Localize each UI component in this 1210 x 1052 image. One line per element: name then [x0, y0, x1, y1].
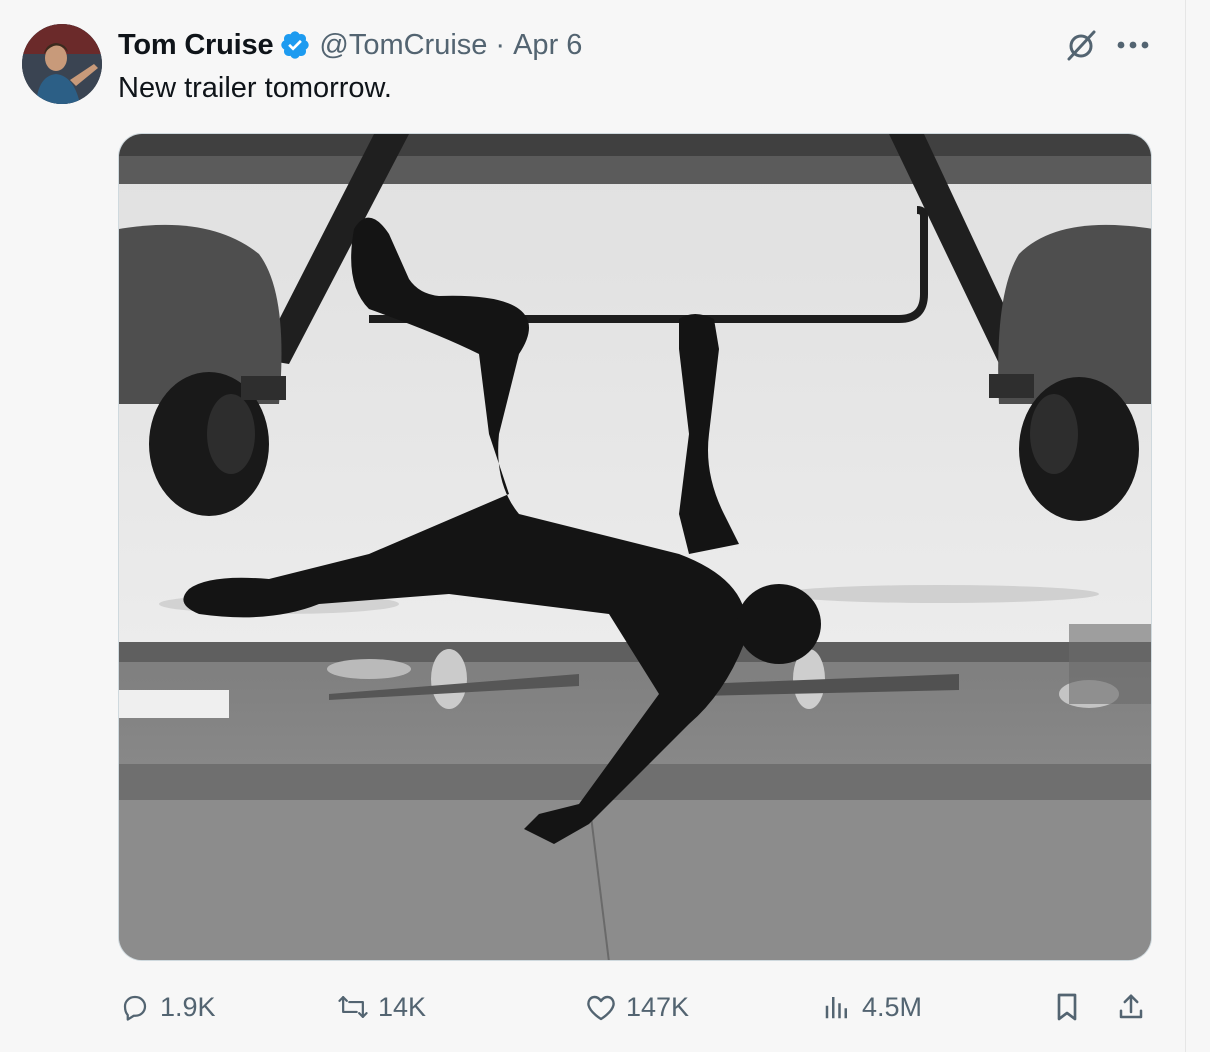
share-icon	[1114, 990, 1148, 1024]
tweet-header: Tom Cruise @TomCruise · Apr 6	[118, 26, 582, 64]
author-handle[interactable]: @TomCruise	[319, 29, 487, 62]
share-button[interactable]	[1114, 984, 1148, 1030]
author-avatar[interactable]	[22, 24, 102, 104]
tweet-date[interactable]: Apr 6	[513, 29, 582, 62]
bookmark-icon	[1050, 990, 1084, 1024]
grok-icon[interactable]	[1062, 26, 1100, 64]
separator-dot: ·	[495, 28, 506, 61]
repost-icon	[336, 990, 370, 1024]
more-icon[interactable]	[1114, 26, 1152, 64]
verified-badge-icon[interactable]	[279, 29, 311, 61]
author-name[interactable]: Tom Cruise	[118, 29, 274, 62]
repost-button[interactable]: 14K	[336, 984, 426, 1030]
tweet-media-photo[interactable]	[118, 133, 1152, 961]
reply-count: 1.9K	[160, 991, 216, 1022]
heart-icon	[584, 990, 618, 1024]
repost-count: 14K	[378, 991, 427, 1022]
views-count: 4.5M	[862, 991, 923, 1022]
views-icon	[820, 990, 854, 1024]
views-button[interactable]: 4.5M	[820, 984, 922, 1030]
bookmark-button[interactable]	[1050, 984, 1084, 1030]
like-button[interactable]: 147K	[584, 984, 689, 1030]
tweet: Tom Cruise @TomCruise · Apr 6 New traile…	[0, 0, 1185, 1052]
column-divider	[1185, 0, 1186, 1052]
tweet-actions: 1.9K 14K 147K 4.5M	[118, 984, 1158, 1030]
like-count: 147K	[626, 991, 690, 1022]
reply-icon	[118, 990, 152, 1024]
tweet-text: New trailer tomorrow.	[118, 72, 392, 104]
reply-button[interactable]: 1.9K	[118, 984, 216, 1030]
